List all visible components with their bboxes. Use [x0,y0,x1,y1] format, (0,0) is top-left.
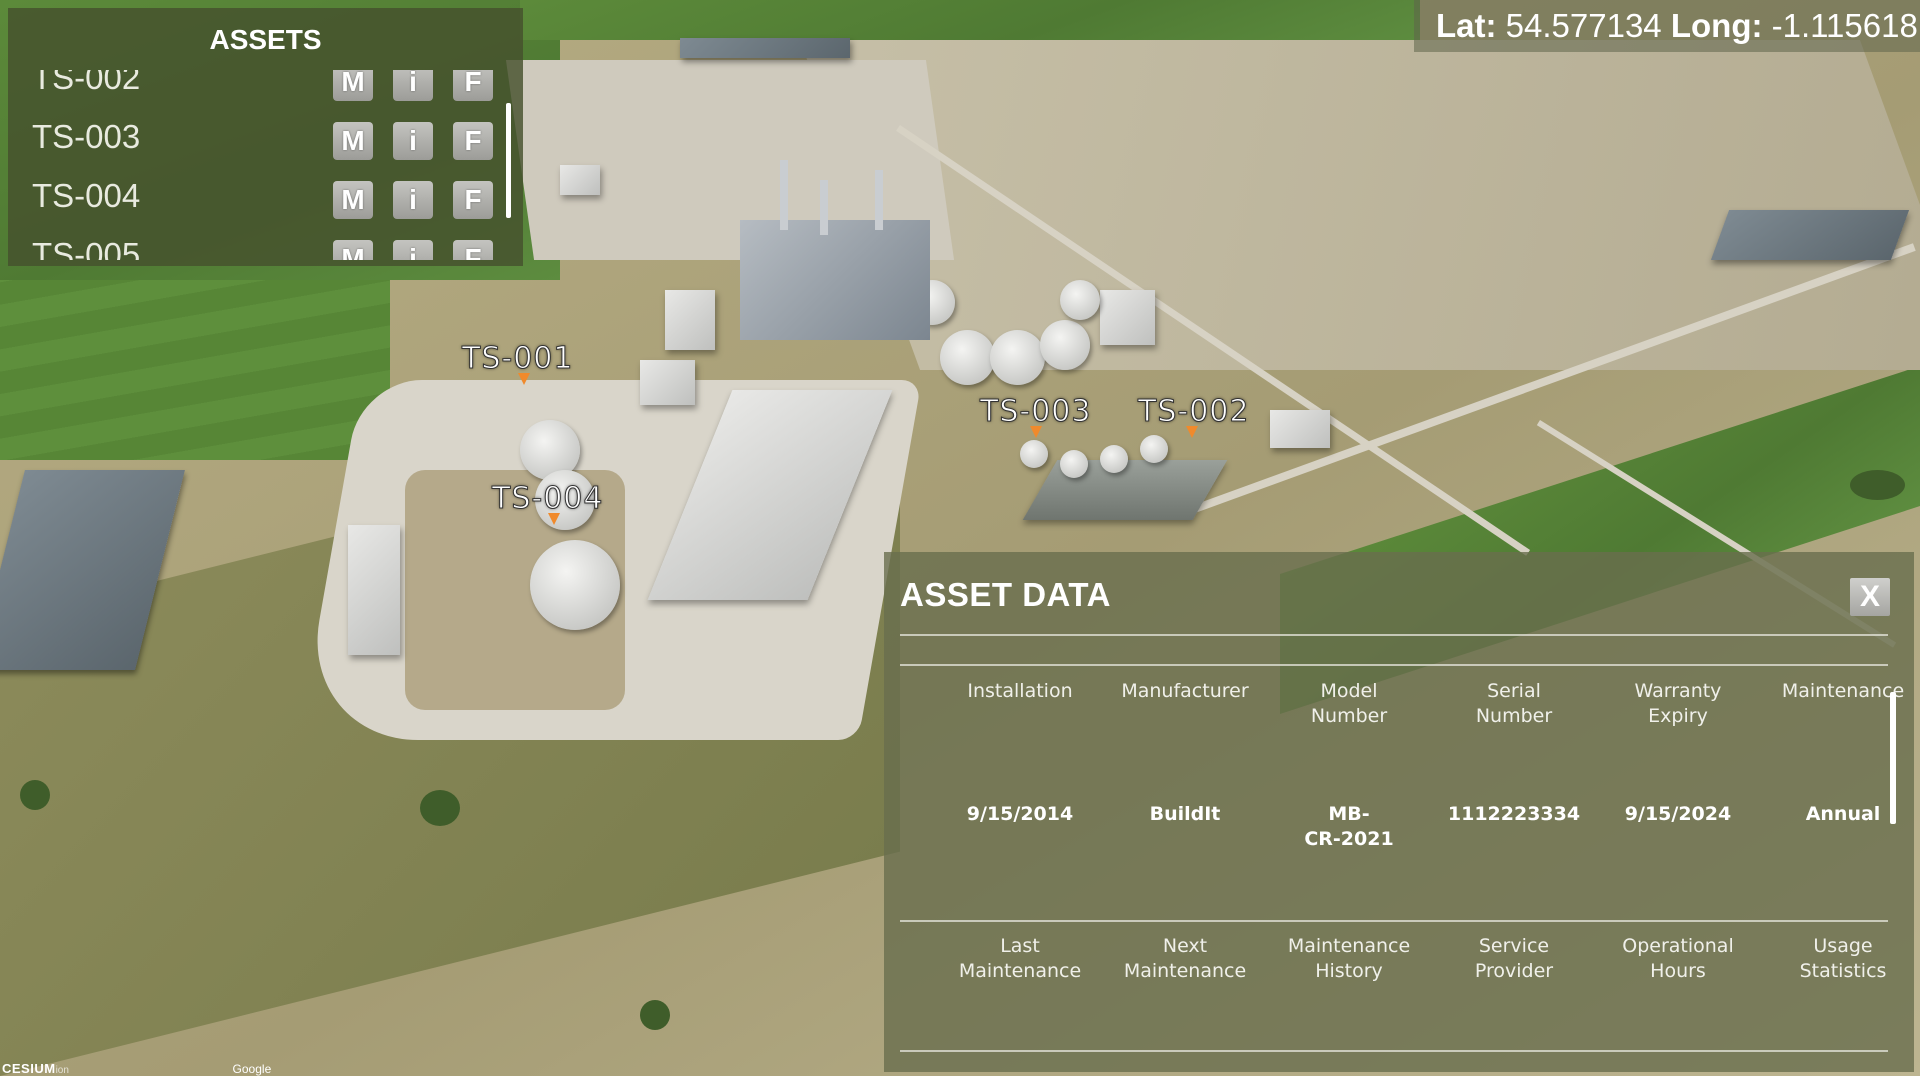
map-marker-ts-001[interactable]: TS-001 [461,341,573,377]
tank [990,330,1045,385]
value-warranty-expiry: 9/15/2024 [1624,803,1732,825]
tank [1020,440,1048,468]
asset-data-scrollbar[interactable] [1890,692,1896,824]
value-serial-number: 1112223334 [1447,803,1581,825]
asset-row[interactable]: TS-002 M i F [22,70,502,116]
building [1100,290,1155,345]
map-attribution: CESIUMion Google [2,1061,271,1076]
value-manufacturer: BuildIt [1149,803,1221,825]
header-usage-statistics: Usage Statistics [1799,935,1887,982]
asset-row[interactable]: TS-004 M i F [22,175,502,234]
stack [820,180,828,235]
divider [900,920,1888,922]
tank [1060,450,1088,478]
silo [530,540,620,630]
divider [900,1050,1888,1052]
tree [420,790,460,826]
info-button[interactable]: i [393,240,433,260]
process-plant [740,220,930,340]
asset-name[interactable]: TS-002 [32,70,140,97]
asset-data-title: ASSET DATA [900,576,1111,613]
files-button[interactable]: F [453,181,493,219]
header-operational-hours: Operational Hours [1622,935,1734,982]
industrial-yard [799,40,1920,370]
files-button[interactable]: F [453,70,493,101]
assets-panel: ASSETS TS-002 M i F TS-003 M i F TS-004 … [8,8,523,266]
map-marker-ts-004[interactable]: TS-004 [491,481,603,517]
header-maintenance-history: Maintenance History [1287,935,1411,982]
value-model-number: MB- CR-2021 [1304,803,1394,850]
stack [875,170,883,230]
files-button[interactable]: F [453,240,493,260]
building [1710,210,1910,260]
map-marker-ts-002[interactable]: TS-002 [1137,394,1249,430]
header-warranty-expiry: Warranty Expiry [1634,680,1722,727]
maintenance-button[interactable]: M [333,70,373,101]
lat-label: Lat: [1436,7,1497,44]
header-installation: Installation [967,680,1073,702]
water-treatment [1022,460,1228,520]
marker-pin-icon [548,513,560,525]
maintenance-button[interactable]: M [333,240,373,260]
files-button[interactable]: F [453,122,493,160]
info-button[interactable]: i [393,122,433,160]
maintenance-button[interactable]: M [333,181,373,219]
long-value: -1.115618 [1771,7,1918,44]
asset-name[interactable]: TS-003 [32,118,140,156]
tree [640,1000,670,1030]
value-installation: 9/15/2014 [966,803,1074,825]
lat-value: 54.577134 [1505,7,1662,44]
divider [900,664,1888,666]
tank [1060,280,1100,320]
asset-row[interactable]: TS-005 M i F [22,234,502,260]
shed [348,525,400,655]
maintenance-button[interactable]: M [333,122,373,160]
google-attribution: Google [232,1062,272,1076]
divider [900,634,1888,636]
header-next-maintenance: Next Maintenance [1123,935,1247,982]
assets-scrollbar[interactable] [506,103,511,218]
building [1270,410,1330,448]
header-serial-number: Serial Number [1475,680,1553,727]
coordinate-readout: Lat: 54.577134 Long: -1.115618 [1414,0,1920,52]
tree [20,780,50,810]
header-maintenance: Maintenance [1781,680,1905,702]
marker-pin-icon [1186,426,1198,438]
asset-data-panel: ASSET DATA X Installation Manufacturer M… [884,552,1914,1072]
map-marker-ts-003[interactable]: TS-003 [979,394,1091,430]
green-field [0,260,390,460]
cesium-logo[interactable]: CESIUM [2,1061,56,1076]
info-button[interactable]: i [393,70,433,101]
stack [780,160,788,230]
header-model-number: Model Number [1310,680,1388,727]
assets-list[interactable]: TS-002 M i F TS-003 M i F TS-004 M i F T… [22,70,502,260]
asset-name[interactable]: TS-004 [32,177,140,215]
tree [1850,470,1905,500]
marker-pin-icon [518,373,530,385]
building [560,165,600,195]
tank [940,330,995,385]
building [680,38,850,58]
assets-panel-title: ASSETS [209,24,322,55]
tank [1140,435,1168,463]
tank [1100,445,1128,473]
long-label: Long: [1670,7,1763,44]
close-button[interactable]: X [1850,578,1890,616]
asset-row[interactable]: TS-003 M i F [22,116,502,175]
tank [1040,320,1090,370]
cesium-ion-suffix: ion [55,1065,69,1076]
value-maintenance: Annual [1805,803,1881,825]
marker-pin-icon [1030,426,1042,438]
building [640,360,695,405]
asset-name[interactable]: TS-005 [32,236,140,260]
header-service-provider: Service Provider [1474,935,1554,982]
building [665,290,715,350]
green-field [520,0,1420,40]
header-last-maintenance: Last Maintenance [958,935,1082,982]
header-manufacturer: Manufacturer [1121,680,1249,702]
info-button[interactable]: i [393,181,433,219]
